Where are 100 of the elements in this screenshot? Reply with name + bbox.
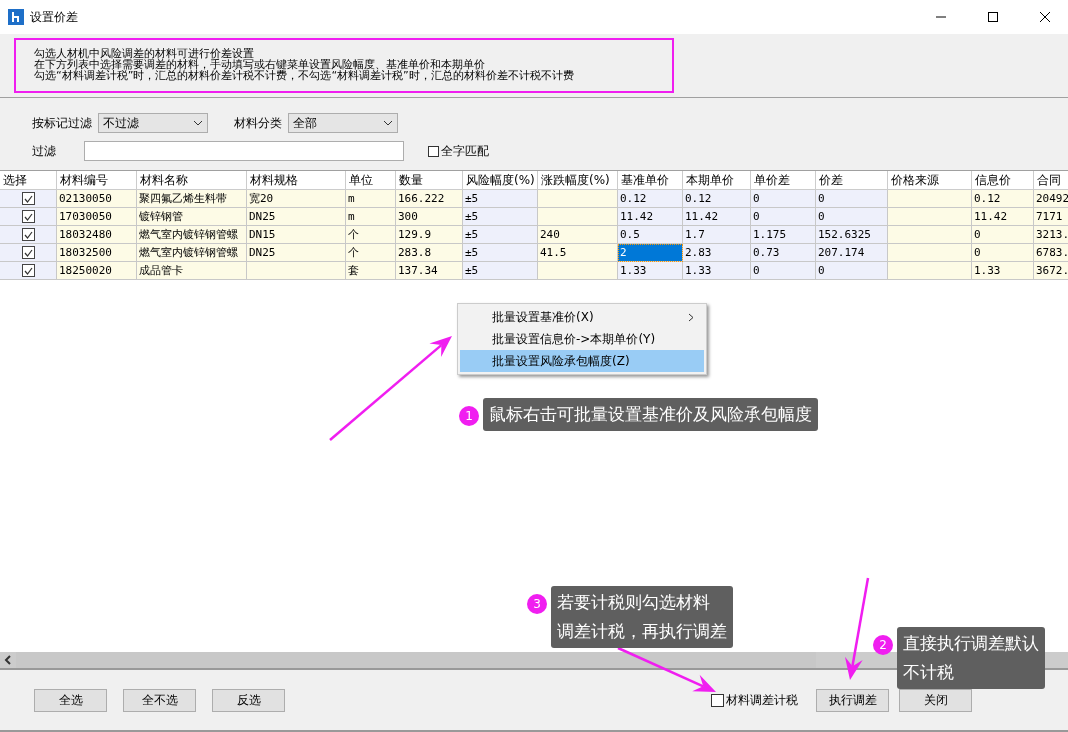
checkbox[interactable]: [21, 228, 35, 241]
checkbox[interactable]: [21, 192, 35, 205]
filter-field[interactable]: [84, 141, 404, 161]
execute-button[interactable]: 执行调差: [816, 688, 889, 712]
column-header[interactable]: 选择: [0, 171, 57, 190]
menu-item[interactable]: 批量设置风险承包幅度(Z): [460, 350, 704, 372]
category-dropdown[interactable]: 全部: [288, 113, 398, 133]
table-cell: 240: [538, 226, 618, 244]
table-cell: 207.174: [816, 244, 888, 262]
notice-text: 勾选“材料调差计税”时，汇总的材料价差计税不计费，不勾选“材料调差计税”时，汇总的材料价差不计税不计费: [34, 70, 575, 81]
table-cell: 11.42: [683, 208, 751, 226]
select-button[interactable]: 全不选: [123, 688, 196, 712]
checkbox-label: 材料调差计税: [726, 691, 798, 709]
table-cell: DN25: [247, 244, 346, 262]
table-cell: ±5: [463, 190, 538, 208]
table-cell: 0.73: [751, 244, 816, 262]
close-button[interactable]: 关闭: [899, 688, 972, 712]
table-cell: 个: [346, 226, 396, 244]
column-header[interactable]: 基准单价: [618, 171, 683, 190]
table-cell: 成品管卡: [137, 262, 247, 280]
callout-text: 鼠标右击可批量设置基准价及风险承包幅度: [489, 403, 812, 426]
table-cell: ±5: [463, 208, 538, 226]
window-title: 设置价差: [30, 8, 79, 26]
callout-text: 不计税: [903, 661, 955, 684]
table-cell: 0: [751, 190, 816, 208]
column-header[interactable]: 材料编号: [57, 171, 137, 190]
select-button[interactable]: 全选: [34, 688, 107, 712]
table-cell: 18032500: [57, 244, 137, 262]
app-icon: [8, 9, 24, 25]
notice-text: 勾选人材机中风险调差的材料可进行价差设置: [34, 48, 254, 59]
column-header[interactable]: 数量: [396, 171, 463, 190]
table-cell: 燃气室内镀锌钢管螺: [137, 244, 247, 262]
table-cell: 镀锌钢管: [137, 208, 247, 226]
table-cell: 2: [618, 244, 683, 262]
column-header[interactable]: 价格来源: [888, 171, 972, 190]
table-cell: 0: [816, 208, 888, 226]
table-cell: 18032480: [57, 226, 137, 244]
checkbox-label: 全字匹配: [441, 142, 489, 160]
checkbox[interactable]: [21, 210, 35, 223]
maximize-icon[interactable]: [988, 12, 998, 22]
table-cell: 3213.: [1034, 226, 1068, 244]
category-label: 材料分类: [234, 114, 282, 132]
column-header[interactable]: 单位: [346, 171, 396, 190]
column-header[interactable]: 材料规格: [247, 171, 346, 190]
column-header[interactable]: 涨跌幅度(%): [538, 171, 618, 190]
table-cell: 1.7: [683, 226, 751, 244]
table-cell: 0: [816, 190, 888, 208]
table-cell: 燃气室内镀锌钢管螺: [137, 226, 247, 244]
table-cell: 0: [816, 262, 888, 280]
table-cell: 18250020: [57, 262, 137, 280]
checkbox[interactable]: [711, 693, 724, 707]
table-cell: 300: [396, 208, 463, 226]
checkbox[interactable]: [428, 145, 439, 157]
notice-text: 在下方列表中选择需要调差的材料，手动填写或右键菜单设置风险幅度、基准单价和本期单价: [34, 59, 485, 70]
table-cell: 聚四氟乙烯生料带: [137, 190, 247, 208]
table-cell: 41.5: [538, 244, 618, 262]
table-cell: 1.175: [751, 226, 816, 244]
menu-item[interactable]: 批量设置信息价->本期单价(Y): [460, 328, 704, 350]
column-header[interactable]: 风险幅度(%): [463, 171, 538, 190]
column-header[interactable]: 合同: [1034, 171, 1068, 190]
table-cell: DN25: [247, 208, 346, 226]
filter-label: 按标记过滤: [32, 114, 92, 132]
table-cell: ±5: [463, 226, 538, 244]
table-cell: 0.5: [618, 226, 683, 244]
table-cell: 152.6325: [816, 226, 888, 244]
table-cell: 3672.: [1034, 262, 1068, 280]
table-cell: 283.8: [396, 244, 463, 262]
table-cell: 20492: [1034, 190, 1068, 208]
select-button[interactable]: 反选: [212, 688, 285, 712]
table-cell: m: [346, 190, 396, 208]
close-icon[interactable]: [1040, 12, 1050, 22]
table-cell: 11.42: [618, 208, 683, 226]
column-header[interactable]: 价差: [816, 171, 888, 190]
table-cell: 17030050: [57, 208, 137, 226]
table-cell: 166.222: [396, 190, 463, 208]
table-cell: 0: [751, 262, 816, 280]
table-cell: 2.83: [683, 244, 751, 262]
callout-text: 调差计税，再执行调差: [557, 620, 727, 643]
callout-text: 若要计税则勾选材料: [557, 591, 711, 614]
mark-filter-dropdown[interactable]: 不过滤: [98, 113, 208, 133]
table-cell: 宽20: [247, 190, 346, 208]
table-cell: 套: [346, 262, 396, 280]
callout-text: 直接执行调差默认: [903, 632, 1039, 655]
menu-item[interactable]: 批量设置基准价(X): [460, 306, 704, 328]
column-header[interactable]: 信息价: [972, 171, 1034, 190]
table-cell: 0.12: [972, 190, 1034, 208]
table-cell: m: [346, 208, 396, 226]
table-cell: 0: [972, 244, 1034, 262]
table-cell: 02130050: [57, 190, 137, 208]
table-cell: 1.33: [683, 262, 751, 280]
table-cell: 1.33: [618, 262, 683, 280]
filter-label: 过滤: [32, 142, 56, 160]
table-cell: 0.12: [683, 190, 751, 208]
checkbox[interactable]: [21, 264, 35, 277]
table-cell: 7171: [1034, 208, 1068, 226]
table-cell: 个: [346, 244, 396, 262]
column-header[interactable]: 单价差: [751, 171, 816, 190]
column-header[interactable]: 材料名称: [137, 171, 247, 190]
checkbox[interactable]: [21, 246, 35, 259]
column-header[interactable]: 本期单价: [683, 171, 751, 190]
